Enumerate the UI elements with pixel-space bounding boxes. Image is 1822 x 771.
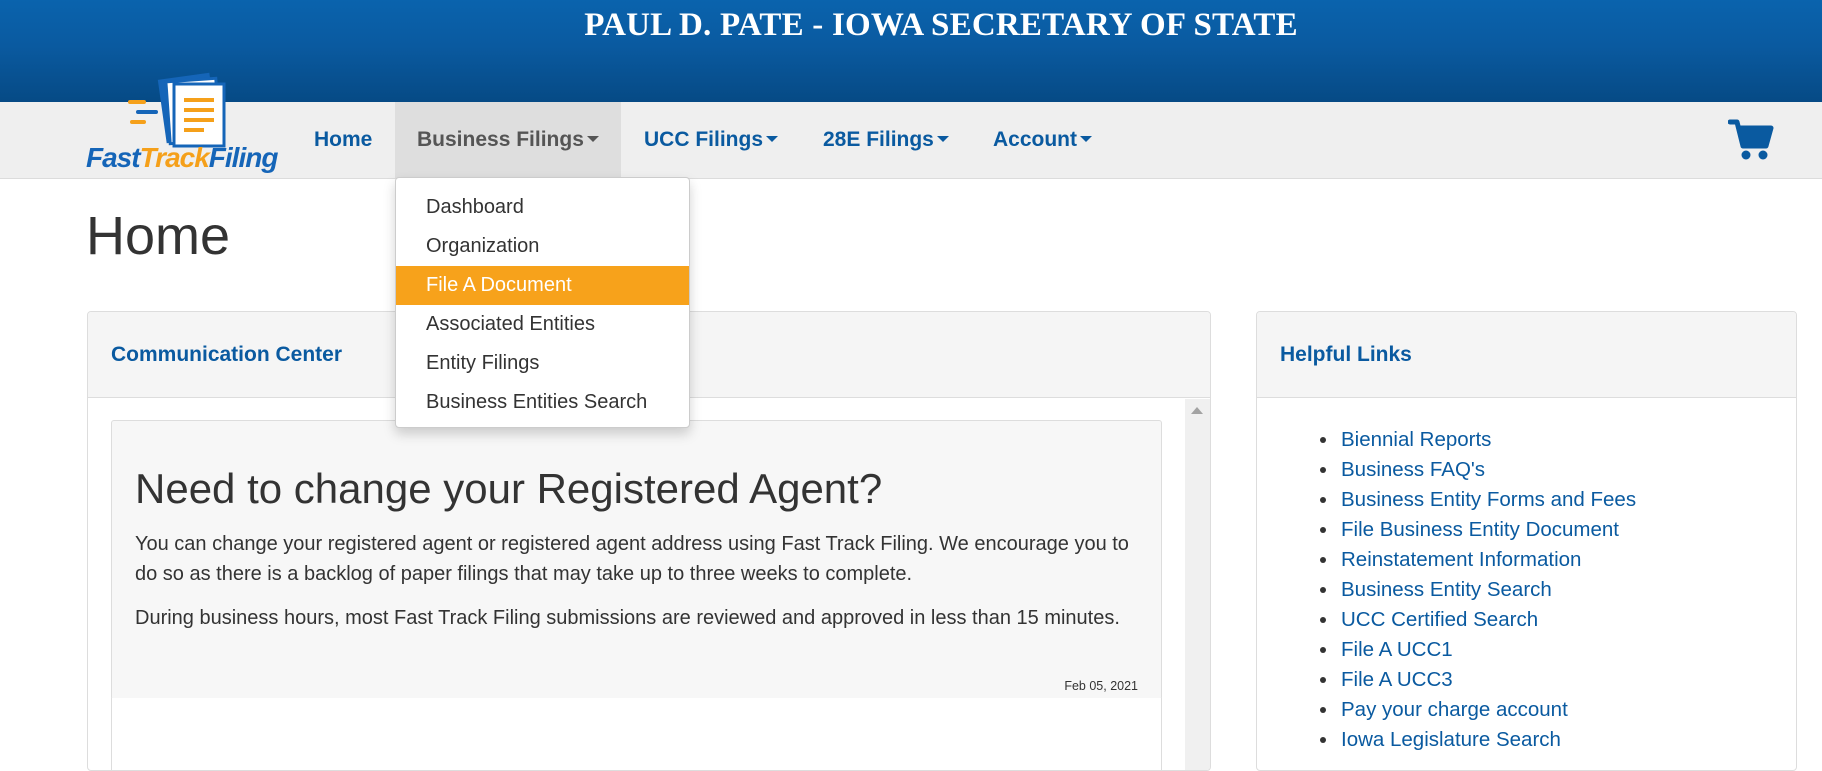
link-business-entity-forms-fees[interactable]: Business Entity Forms and Fees	[1319, 485, 1636, 515]
scrollbar[interactable]	[1185, 399, 1210, 770]
nav-account[interactable]: Account	[993, 102, 1092, 178]
nav-home[interactable]: Home	[314, 102, 372, 178]
link-business-faqs[interactable]: Business FAQ's	[1319, 455, 1636, 485]
link-biennial-reports[interactable]: Biennial Reports	[1319, 425, 1636, 455]
link-file-a-ucc3[interactable]: File A UCC3	[1319, 665, 1636, 695]
scroll-up-arrow-icon[interactable]	[1191, 407, 1203, 414]
nav-ucc-filings[interactable]: UCC Filings	[644, 102, 778, 178]
helpful-links-list: Biennial Reports Business FAQ's Business…	[1319, 425, 1636, 755]
logo-icon	[128, 72, 226, 148]
shopping-cart-icon[interactable]	[1727, 118, 1774, 162]
caret-down-icon	[586, 135, 599, 142]
notice-date: Feb 05, 2021	[1064, 679, 1138, 693]
page-title: Home	[86, 206, 231, 266]
caret-down-icon	[936, 135, 949, 142]
dropdown-item-file-a-document[interactable]: File A Document	[396, 266, 689, 305]
helpful-links-heading: Helpful Links	[1257, 312, 1796, 398]
nav-business-filings[interactable]: Business Filings	[395, 102, 621, 178]
logo-text-fast: Fast	[86, 142, 141, 173]
fast-track-filing-logo[interactable]: FastTrackFiling	[86, 72, 278, 176]
business-filings-dropdown: Dashboard Organization File A Document A…	[395, 177, 690, 428]
dropdown-item-associated-entities[interactable]: Associated Entities	[396, 305, 689, 344]
link-file-a-ucc1[interactable]: File A UCC1	[1319, 635, 1636, 665]
logo-text-filing: Filing	[208, 142, 279, 173]
nav-28e-filings-label: 28E Filings	[823, 128, 934, 151]
notice-card-next	[111, 698, 1162, 770]
notice-card: Need to change your Registered Agent? Yo…	[111, 420, 1162, 700]
link-ucc-certified-search[interactable]: UCC Certified Search	[1319, 605, 1636, 635]
nav-account-label: Account	[993, 128, 1077, 151]
link-business-entity-search[interactable]: Business Entity Search	[1319, 575, 1636, 605]
link-pay-charge-account[interactable]: Pay your charge account	[1319, 695, 1636, 725]
logo-text-track: Track	[139, 142, 210, 173]
dropdown-item-organization[interactable]: Organization	[396, 227, 689, 266]
nav-business-filings-label: Business Filings	[417, 128, 584, 151]
dropdown-item-dashboard[interactable]: Dashboard	[396, 188, 689, 227]
banner-title: PAUL D. PATE - IOWA SECRETARY OF STATE	[584, 7, 1298, 43]
notice-title: Need to change your Registered Agent?	[135, 465, 883, 512]
caret-down-icon	[766, 135, 778, 142]
dropdown-item-business-entities-search[interactable]: Business Entities Search	[396, 383, 689, 422]
link-file-business-entity-document[interactable]: File Business Entity Document	[1319, 515, 1636, 545]
notice-paragraph-2: During business hours, most Fast Track F…	[135, 607, 1120, 629]
nav-home-label: Home	[314, 128, 373, 151]
link-iowa-legislature-search[interactable]: Iowa Legislature Search	[1319, 725, 1636, 755]
nav-28e-filings[interactable]: 28E Filings	[823, 102, 949, 178]
link-reinstatement-information[interactable]: Reinstatement Information	[1319, 545, 1636, 575]
logo-wordmark: FastTrackFiling	[86, 142, 279, 174]
caret-down-icon	[1080, 135, 1092, 142]
nav-ucc-filings-label: UCC Filings	[644, 128, 763, 151]
dropdown-item-entity-filings[interactable]: Entity Filings	[396, 344, 689, 383]
helpful-links-panel: Helpful Links Biennial Reports Business …	[1256, 311, 1797, 771]
notice-paragraph-1: You can change your registered agent or …	[135, 533, 1129, 585]
